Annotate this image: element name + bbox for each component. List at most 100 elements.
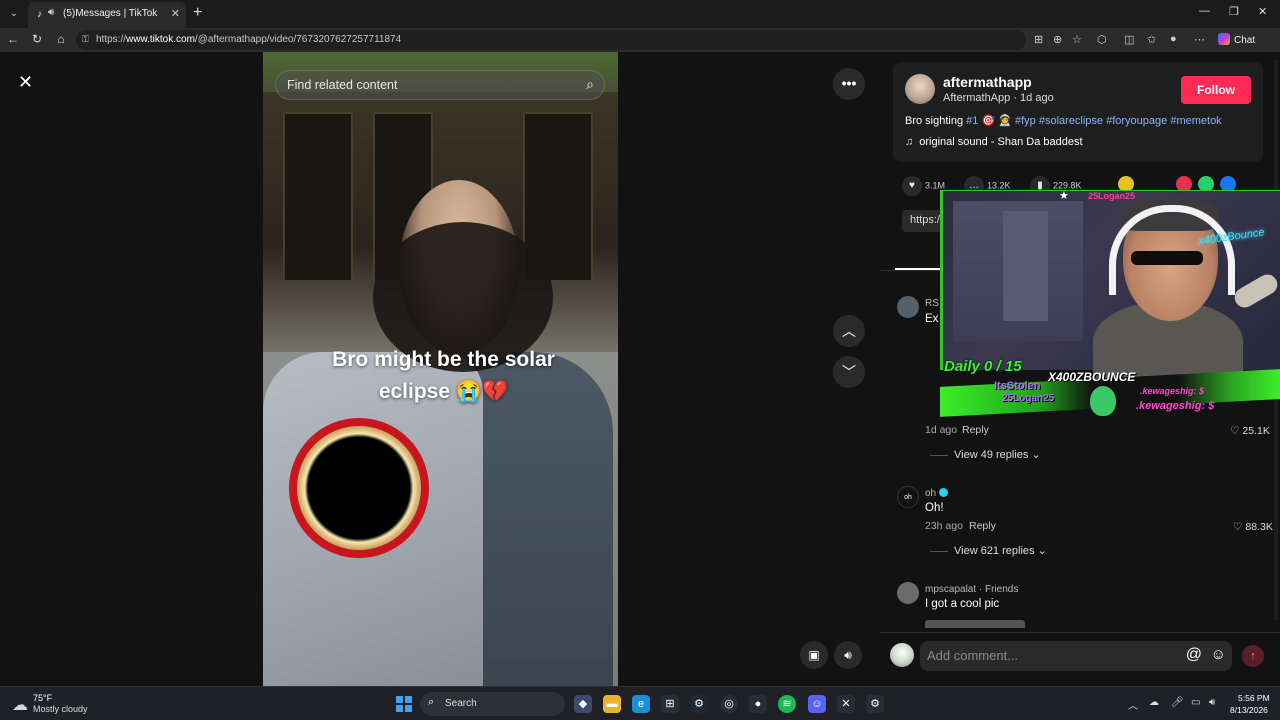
previous-video-button[interactable]: ︿ bbox=[833, 315, 865, 347]
music-link[interactable]: ♫ original sound - Shan Da baddest bbox=[905, 136, 1083, 148]
picture-in-picture-icon[interactable]: ▣ bbox=[800, 641, 828, 669]
site-info-icon[interactable]: ⚿ bbox=[82, 34, 89, 45]
clock-time[interactable]: 5:56 PM bbox=[1238, 693, 1270, 703]
verified-badge-icon bbox=[939, 488, 949, 497]
music-note-icon: ♫ bbox=[905, 136, 914, 148]
chrome-icon[interactable]: ◎ bbox=[720, 695, 738, 713]
comment-username[interactable]: oh bbox=[925, 488, 949, 499]
volume-icon[interactable]: 🔊︎ bbox=[834, 641, 862, 669]
spotify-icon[interactable]: ≋ bbox=[778, 695, 796, 713]
comment-username[interactable]: mpscapalat · Friends bbox=[925, 584, 1018, 595]
search-icon[interactable]: ⌕ bbox=[586, 76, 594, 93]
url-field[interactable]: ⚿ https://www.tiktok.com/@aftermathapp/v… bbox=[76, 30, 1026, 50]
comment-avatar[interactable]: oh bbox=[897, 486, 919, 508]
follow-button[interactable]: Follow bbox=[1181, 76, 1251, 104]
tab-title: (5)Messages | TikTok bbox=[63, 8, 158, 19]
split-screen-icon[interactable]: ◫ bbox=[1124, 33, 1134, 46]
comment-composer: Add comment... @ ☺ ↑ bbox=[880, 632, 1280, 686]
comment-time: 23h ago bbox=[925, 520, 963, 532]
favorite-star-icon[interactable]: ☆ bbox=[1072, 33, 1082, 46]
comment-input[interactable]: Add comment... @ ☺ bbox=[920, 641, 1232, 671]
reply-button[interactable]: Reply bbox=[969, 520, 996, 532]
overlay-follower: ItsStolen bbox=[994, 380, 1041, 392]
author-avatar[interactable] bbox=[905, 74, 935, 104]
minimize-icon[interactable]: — bbox=[1199, 5, 1210, 17]
xbox-icon[interactable]: ✕ bbox=[837, 695, 855, 713]
video-description: Bro sighting #1 🎯 🧑‍🚀 #fyp #solareclipse… bbox=[905, 115, 1222, 127]
file-explorer-icon[interactable]: ▬ bbox=[603, 695, 621, 713]
hashtag-link[interactable]: #foryoupage bbox=[1106, 115, 1167, 127]
cloud-icon[interactable]: ☁ bbox=[12, 695, 28, 715]
browser-tab[interactable]: ♪ 🔊︎ (5)Messages | TikTok ✕ bbox=[28, 2, 186, 28]
discord-icon[interactable]: ☺ bbox=[808, 695, 826, 713]
hashtag-link[interactable]: #fyp bbox=[1015, 115, 1036, 127]
tab-close-icon[interactable]: ✕ bbox=[171, 7, 180, 20]
edge-icon[interactable]: e bbox=[632, 695, 650, 713]
more-menu-icon[interactable]: ⋯ bbox=[1194, 33, 1205, 46]
tab-actions-icon[interactable]: ⌄ bbox=[6, 6, 22, 22]
comment-text: Oh! bbox=[925, 502, 944, 514]
obs-icon[interactable]: ● bbox=[749, 695, 767, 713]
view-replies-button[interactable]: View 49 replies ⌄ bbox=[930, 448, 1041, 461]
send-comment-button[interactable]: ↑ bbox=[1242, 645, 1264, 667]
weather-description[interactable]: Mostly cloudy bbox=[33, 704, 88, 714]
hashtag-link[interactable]: #memetok bbox=[1170, 115, 1221, 127]
like-stat[interactable]: ♥ 3.1M bbox=[902, 176, 945, 196]
emoji-icon[interactable]: ☺ bbox=[1211, 646, 1226, 663]
new-tab-icon[interactable]: + bbox=[193, 4, 202, 22]
rank-tag[interactable]: #1 bbox=[966, 115, 978, 127]
comment-like[interactable]: ♡ 25.1K bbox=[1230, 425, 1270, 437]
home-icon[interactable]: ⌂ bbox=[53, 32, 69, 46]
comment-image-preview[interactable] bbox=[925, 620, 1025, 628]
back-icon[interactable]: ← bbox=[5, 32, 21, 46]
video-player[interactable]: Find related content ⌕ Bro might be the … bbox=[263, 52, 618, 686]
start-button[interactable] bbox=[396, 696, 412, 712]
video-caption: Bro might be the solar eclipse 😭💔 bbox=[332, 348, 555, 403]
extensions-icon[interactable]: ⬡ bbox=[1097, 33, 1107, 46]
copilot-app-icon[interactable]: ◆ bbox=[574, 695, 592, 713]
app-available-icon[interactable]: ⊞ bbox=[1034, 33, 1043, 46]
weather-temperature[interactable]: 75°F bbox=[33, 693, 52, 703]
url-text: https://www.tiktok.com/@aftermathapp/vid… bbox=[96, 34, 402, 45]
author-username[interactable]: aftermathapp bbox=[943, 74, 1032, 90]
network-icon[interactable]: ▭ bbox=[1191, 697, 1200, 708]
comment-avatar[interactable] bbox=[897, 582, 919, 604]
reload-icon[interactable]: ↻ bbox=[29, 32, 45, 46]
onedrive-icon[interactable]: ☁ bbox=[1149, 697, 1159, 708]
restore-icon[interactable]: ❐ bbox=[1229, 5, 1239, 18]
hashtag-link[interactable]: #solareclipse bbox=[1039, 115, 1103, 127]
speaker-icon[interactable]: 🔊︎ bbox=[48, 7, 54, 18]
related-content-search[interactable]: Find related content ⌕ bbox=[275, 70, 605, 100]
comment-avatar[interactable] bbox=[897, 296, 919, 318]
tiktok-favicon-icon: ♪ bbox=[37, 9, 42, 20]
star-icon: ★ bbox=[1059, 190, 1069, 202]
comment-like[interactable]: ♡ 88.3K bbox=[1233, 521, 1273, 533]
stream-brand: X400ZBOUNCE bbox=[1048, 370, 1136, 384]
webcam-door bbox=[1003, 211, 1048, 321]
reply-button[interactable]: Reply bbox=[962, 424, 989, 436]
webcam-frame: x400zBounce ★ 25Logan25 bbox=[940, 190, 1280, 381]
close-window-icon[interactable]: ✕ bbox=[1258, 5, 1267, 18]
overlay-tip: .kewageshig: $ bbox=[1140, 386, 1205, 396]
comment-username[interactable]: RS bbox=[925, 298, 939, 309]
mention-icon[interactable]: @ bbox=[1186, 646, 1202, 664]
profile-avatar-icon[interactable]: ● bbox=[1170, 33, 1177, 45]
steam-app-icon[interactable]: ⚙ bbox=[866, 695, 884, 713]
next-video-button[interactable]: ﹀ bbox=[833, 356, 865, 388]
view-replies-button[interactable]: View 621 replies ⌄ bbox=[930, 544, 1047, 557]
clock-date[interactable]: 8/13/2026 bbox=[1230, 705, 1268, 715]
overlay-follower: 25Logan25 bbox=[1002, 393, 1055, 404]
more-options-button[interactable]: ••• bbox=[833, 68, 865, 100]
microphone-icon[interactable]: 🎤︎ bbox=[1171, 697, 1184, 708]
webcam-microphone bbox=[1231, 270, 1280, 312]
windows-taskbar: ☁ 75°F Mostly cloudy ⌕ Search ◆ ▬ e ⊞ ⚙ … bbox=[0, 686, 1280, 720]
volume-tray-icon[interactable]: 🔊︎ bbox=[1209, 697, 1215, 708]
steam-icon[interactable]: ⚙ bbox=[690, 695, 708, 713]
tray-overflow-icon[interactable]: ︿ bbox=[1128, 697, 1138, 712]
close-video-icon[interactable]: ✕ bbox=[18, 72, 33, 93]
zoom-icon[interactable]: ⊕ bbox=[1053, 33, 1062, 46]
favorites-icon[interactable]: ✩ bbox=[1147, 33, 1156, 46]
copilot-chat-button[interactable]: Chat bbox=[1218, 33, 1255, 46]
store-icon[interactable]: ⊞ bbox=[661, 695, 679, 713]
taskbar-search[interactable]: ⌕ Search bbox=[420, 692, 565, 716]
